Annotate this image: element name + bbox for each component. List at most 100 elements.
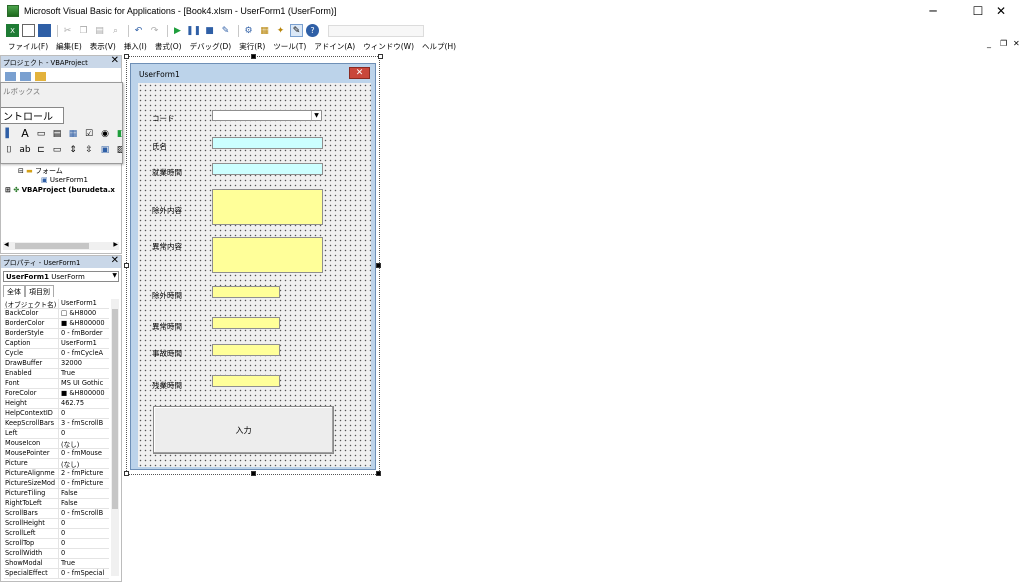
resize-handle-s[interactable] [251,471,256,476]
break-icon[interactable]: ❚❚ [186,24,201,37]
menu-debug[interactable]: デバッグ(D) [190,41,232,52]
property-row[interactable]: KeepScrollBars 3 - fmScrollB [4,419,109,429]
spinbutton-tool-icon[interactable]: ⇳ [81,143,97,156]
toolbox-icon[interactable]: ✎ [290,24,303,37]
menu-run[interactable]: 実行(R) [239,41,265,52]
property-value[interactable]: 0 [59,519,109,528]
property-value[interactable]: 0 - fmMouse [59,449,109,458]
property-row[interactable]: DrawBuffer 32000 [4,359,109,369]
menu-file[interactable]: ファイル(F) [8,41,48,52]
property-value[interactable]: 0 - fmBorder [59,329,109,338]
label-exclusion-hours[interactable]: 除外時間 [152,290,182,301]
abnormal-content-textbox[interactable] [212,237,323,273]
userform-close-icon[interactable]: ✕ [349,67,370,79]
property-row[interactable]: BorderColor ■ &H800000 [4,319,109,329]
exclusion-content-textbox[interactable] [212,189,323,225]
cut-icon[interactable]: ✂ [61,24,74,37]
chevron-down-icon[interactable]: ▼ [311,111,321,120]
userform-client-area[interactable]: コード ▼ 氏名 就業時間 除外内容 異常内容 除外時間 異常時間 事故時間 残… [138,83,371,467]
resize-handle-se[interactable] [376,471,381,476]
property-value[interactable]: (なし) [59,459,109,468]
menu-insert[interactable]: 挿入(I) [124,41,147,52]
mdi-restore-button[interactable]: ❐ [1000,39,1007,48]
combobox-tool-icon[interactable]: ▤ [49,127,65,140]
overtime-hours-textbox[interactable] [212,375,280,387]
property-value[interactable]: 0 [59,529,109,538]
tree-vbaproject-burudeta[interactable]: ⊞ ✤ VBAProject (burudeta.x [5,186,115,194]
property-row[interactable]: Caption UserForm1 [4,339,109,349]
property-row[interactable]: ScrollWidth 0 [4,549,109,559]
label-abnormal-content[interactable]: 異常内容 [152,241,182,252]
property-value[interactable]: 0 [59,429,109,438]
property-row[interactable]: Enabled True [4,369,109,379]
property-value[interactable]: UserForm1 [59,299,109,308]
property-row[interactable]: MouseIcon (なし) [4,439,109,449]
paste-icon[interactable]: ▤ [93,24,106,37]
tree-forms-folder[interactable]: ⊟ ▬ フォーム [18,166,63,176]
property-value[interactable]: 0 - fmPicture [59,479,109,488]
menu-help[interactable]: ヘルプ(H) [422,41,456,52]
view-object-icon[interactable] [20,72,31,81]
menu-view[interactable]: 表示(V) [90,41,116,52]
property-value[interactable]: True [59,369,109,378]
property-value[interactable]: 0 [59,549,109,558]
help-icon[interactable]: ? [306,24,319,37]
mdi-minimize-button[interactable]: _ [987,39,991,48]
property-row[interactable]: RightToLeft False [4,499,109,509]
property-value[interactable]: (なし) [59,439,109,448]
property-row[interactable]: PictureAlignme 2 - fmPicture [4,469,109,479]
view-code-icon[interactable] [5,72,16,81]
find-icon[interactable]: ⌕ [109,24,122,37]
tab-alphabetic[interactable]: 全体 [3,285,25,297]
property-value[interactable]: 0 - fmCycleA [59,349,109,358]
insert-userform-icon[interactable] [22,24,35,37]
property-row[interactable]: BorderStyle 0 - fmBorder [4,329,109,339]
properties-window-icon[interactable]: ▦ [258,24,271,37]
property-value[interactable]: False [59,489,109,498]
property-value[interactable]: True [59,559,109,568]
property-value[interactable]: ■ &H800000 [59,389,109,398]
property-row[interactable]: BackColor □ &H8000 [4,309,109,319]
properties-vscrollbar[interactable] [111,299,119,576]
project-explorer-close-button[interactable]: ✕ [111,56,119,66]
code-combobox[interactable]: ▼ [212,110,322,121]
scroll-thumb[interactable] [112,309,118,509]
minimize-button[interactable]: ─ [910,0,956,22]
property-row[interactable]: ForeColor ■ &H800000 [4,389,109,399]
label-name[interactable]: 氏名 [152,141,167,152]
commandbutton-tool-icon[interactable]: ab [17,143,33,156]
frame-tool-icon[interactable]: ⌷ [1,143,17,156]
name-textbox[interactable] [212,137,323,149]
property-value[interactable]: 0 - fmSpecial [59,569,109,578]
tabstrip-tool-icon[interactable]: ⊏ [33,143,49,156]
property-row[interactable]: ScrollTop 0 [4,539,109,549]
image-tool-icon[interactable]: ▣ [97,143,113,156]
property-row[interactable]: MousePointer 0 - fmMouse [4,449,109,459]
property-value[interactable]: UserForm1 [59,339,109,348]
property-value[interactable]: 2 - fmPicture [59,469,109,478]
toggle-folders-icon[interactable] [35,72,46,81]
property-value[interactable]: 462.75 [59,399,109,408]
property-row[interactable]: PictureSizeMod 0 - fmPicture [4,479,109,489]
property-row[interactable]: Cycle 0 - fmCycleA [4,349,109,359]
scroll-right-icon[interactable]: ▶ [113,241,118,248]
property-row[interactable]: ScrollBars 0 - fmScrollB [4,509,109,519]
resize-handle-e[interactable] [376,263,381,268]
chevron-down-icon[interactable]: ▼ [112,272,117,279]
property-row[interactable]: ShowModal True [4,559,109,569]
property-value[interactable]: 3 - fmScrollB [59,419,109,428]
property-row[interactable]: Font MS UI Gothic [4,379,109,389]
view-excel-icon[interactable]: X [6,24,19,37]
run-icon[interactable]: ▶ [171,24,184,37]
menu-window[interactable]: ウィンドウ(W) [363,41,414,52]
togglebutton-tool-icon[interactable]: ◧ [113,127,122,140]
menu-format[interactable]: 書式(O) [155,41,182,52]
scrollbar-tool-icon[interactable]: ⇕ [65,143,81,156]
toolbox-controls-tab[interactable]: ントロール [1,107,64,124]
mdi-close-button[interactable]: ✕ [1013,39,1020,48]
property-value[interactable]: 32000 [59,359,109,368]
property-row[interactable]: SpecialEffect 0 - fmSpecial [4,569,109,579]
label-overtime-hours[interactable]: 残業時間 [152,380,182,391]
select-objects-icon[interactable]: ▌ [1,127,17,140]
refedit-tool-icon[interactable]: ▨ [113,143,122,156]
